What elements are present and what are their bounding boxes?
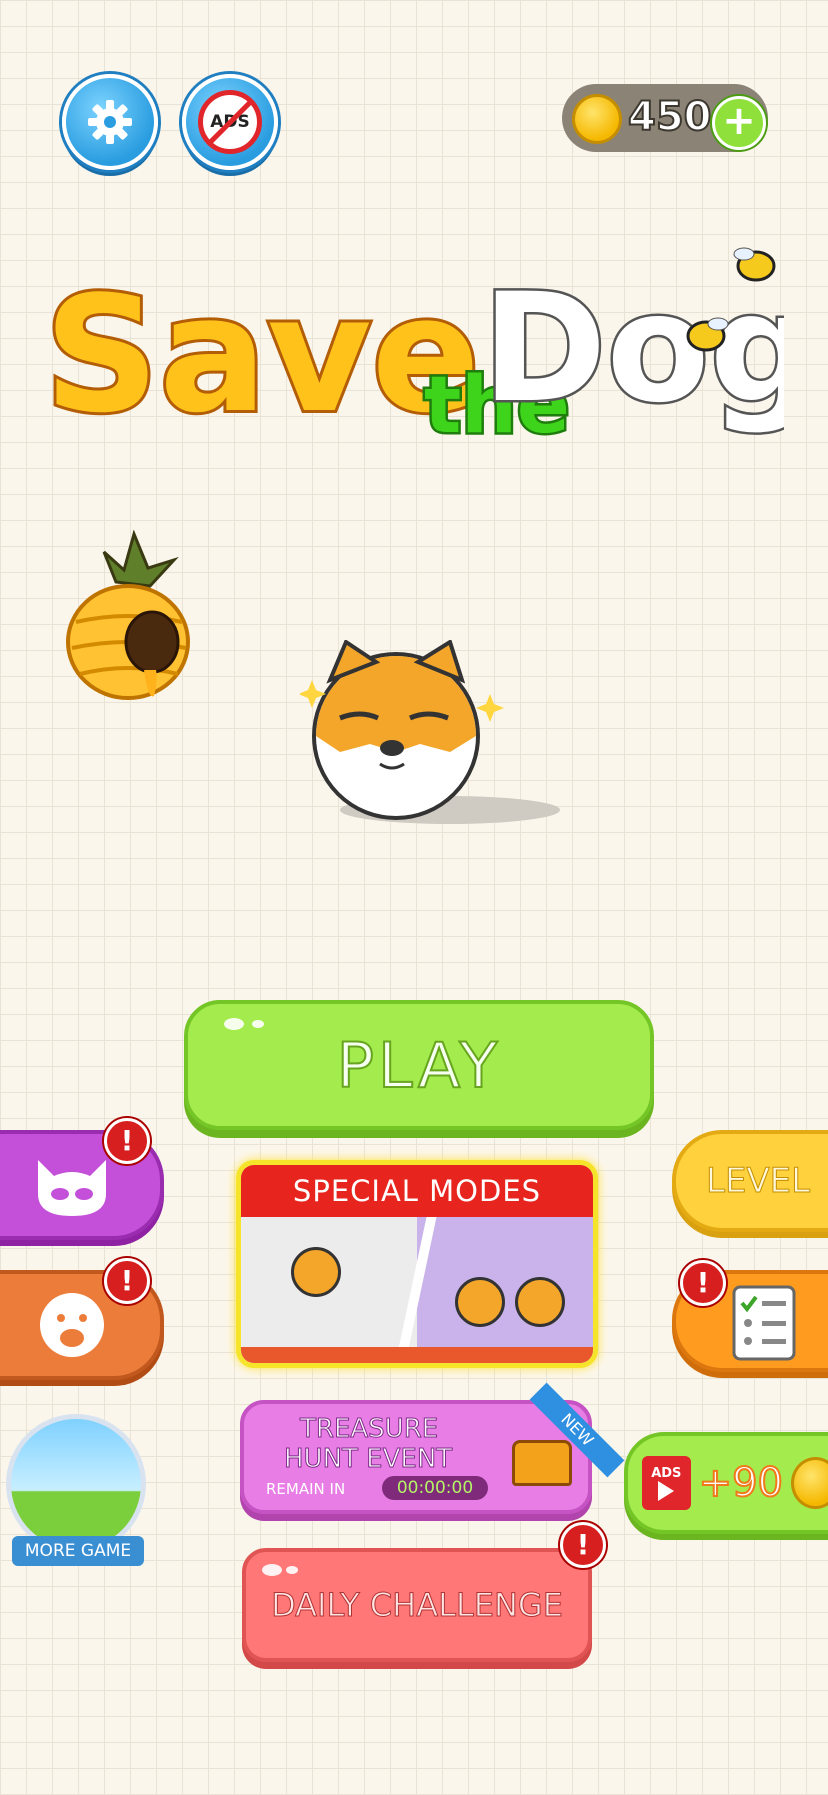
treasure-line-2: HUNT EVENT [283,1444,453,1475]
coin-icon [572,94,622,144]
dog-icon [455,1277,505,1327]
gear-icon [88,100,132,144]
coin-count: 450 [627,93,712,141]
remove-ads-button[interactable]: ADS [182,74,278,170]
game-logo: Save the Dog [41,240,819,460]
video-ad-icon: ADS [642,1456,691,1510]
emotes-notification-badge: ! [104,1258,150,1304]
treasure-line-1: TREASURE [299,1414,439,1445]
ads-label: ADS [651,1465,682,1481]
daily-challenge-label: DAILY CHALLENGE [271,1586,564,1625]
shiba-dog-character [298,638,590,830]
treasure-timer: 00:00:00 [382,1476,488,1500]
tasks-notification-badge: ! [680,1260,726,1306]
daily-challenge-button[interactable]: DAILY CHALLENGE [242,1548,592,1662]
treasure-chest-icon [512,1440,572,1486]
dog-icon [515,1277,565,1327]
special-modes-button[interactable]: SPECIAL MODES [236,1160,598,1368]
add-coins-button[interactable]: + [712,96,766,150]
cat-mask-icon [38,1160,106,1216]
daily-challenge-notification-badge: ! [560,1522,606,1568]
face-icon [40,1293,104,1357]
beehive-icon [64,529,194,706]
reward-amount: +90 [698,1459,784,1507]
remain-in-label: REMAIN IN [266,1480,346,1498]
settings-button[interactable] [62,74,158,170]
dog-icon [291,1247,341,1297]
more-game-button[interactable]: MORE GAME [6,1414,148,1574]
play-button[interactable]: PLAY [184,1000,654,1130]
no-ads-icon: ADS [198,90,262,154]
logo-save: Save [44,261,480,448]
level-label: LEVEL [705,1161,811,1202]
skins-notification-badge: ! [104,1118,150,1164]
watch-ad-reward-button[interactable]: ADS +90 [624,1432,828,1534]
level-button[interactable]: LEVEL [672,1130,828,1232]
special-modes-preview [241,1217,593,1363]
logo-dog: Dog [482,262,784,436]
treasure-hunt-button[interactable]: TREASURE HUNT EVENT REMAIN IN 00:00:00 N… [240,1382,625,1514]
special-modes-label: SPECIAL MODES [241,1165,593,1217]
more-game-label: MORE GAME [12,1536,144,1566]
play-label: PLAY [336,1028,502,1103]
more-game-thumbnail [6,1414,146,1554]
checklist-icon [732,1285,796,1361]
coin-icon [791,1457,828,1509]
